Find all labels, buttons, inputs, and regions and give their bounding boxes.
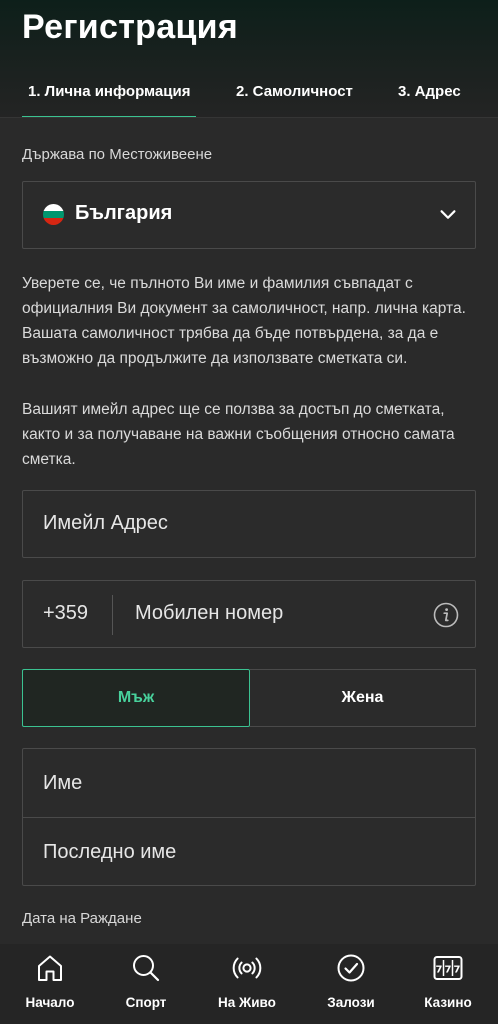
nav-item-live[interactable]: На Живо [207, 944, 287, 1024]
last-name-placeholder: Последно име [43, 841, 177, 863]
check-circle-icon [337, 954, 365, 982]
last-name-field[interactable]: Последно име [23, 818, 475, 886]
gender-female-button[interactable]: Жена [250, 669, 476, 727]
nav-item-casino[interactable]: 7 7 7 Казино [408, 944, 488, 1024]
steps-divider [0, 117, 498, 118]
bottom-navigation: Начало Спорт На Живо Залози 7 7 7 Казино [0, 944, 498, 1024]
phone-field[interactable]: +359 Мобилен номер [22, 580, 476, 648]
email-notice-text: Вашият имейл адрес ще се ползва за достъ… [22, 401, 455, 468]
phone-separator [112, 595, 113, 635]
slot-machine-icon: 7 7 7 [433, 956, 463, 980]
bulgaria-flag-icon [43, 204, 64, 225]
nav-item-home[interactable]: Начало [10, 944, 90, 1024]
home-icon [38, 955, 62, 981]
nav-item-bets[interactable]: Залози [311, 944, 391, 1024]
nav-label: На Живо [218, 995, 276, 1010]
chevron-down-icon [440, 210, 456, 219]
live-broadcast-icon [232, 957, 262, 979]
first-name-placeholder: Име [43, 772, 83, 794]
search-icon [133, 955, 160, 982]
name-fields: Име Последно име [22, 748, 476, 886]
first-name-field[interactable]: Име [23, 749, 475, 818]
svg-text:7: 7 [445, 965, 452, 976]
phone-placeholder: Мобилен номер [135, 602, 284, 624]
page-title: Регистрация [22, 8, 238, 46]
country-select[interactable]: България [22, 181, 476, 249]
gender-selector: Мъж Жена [22, 669, 476, 727]
step-label: 2. Самоличност [236, 83, 353, 100]
registration-steps: 1. Лична информация 2. Самоличност 3. Ад… [0, 80, 498, 118]
info-icon[interactable] [433, 602, 459, 628]
email-placeholder: Имейл Адрес [43, 512, 168, 534]
birthdate-label: Дата на Раждане [22, 910, 142, 927]
page-header: Регистрация 1. Лична информация 2. Самол… [0, 0, 498, 118]
nav-label: Залози [327, 995, 375, 1010]
step-tab-personal-info[interactable]: 1. Лична информация [22, 80, 196, 118]
svg-text:7: 7 [436, 965, 443, 976]
step-label: 1. Лична информация [28, 83, 191, 100]
email-field[interactable]: Имейл Адрес [22, 490, 476, 558]
svg-text:7: 7 [454, 965, 461, 976]
phone-prefix[interactable]: +359 [43, 602, 88, 625]
nav-label: Казино [424, 995, 472, 1010]
identity-notice-text: Уверете се, че пълното Ви име и фамилия … [22, 275, 466, 367]
country-label: Държава по Местоживеене [22, 146, 213, 163]
step-label: 3. Адрес [398, 83, 461, 100]
nav-label: Начало [25, 995, 75, 1010]
nav-item-sport[interactable]: Спорт [106, 944, 186, 1024]
nav-label: Спорт [125, 995, 167, 1010]
gender-male-button[interactable]: Мъж [22, 669, 250, 727]
country-value: България [75, 202, 173, 224]
